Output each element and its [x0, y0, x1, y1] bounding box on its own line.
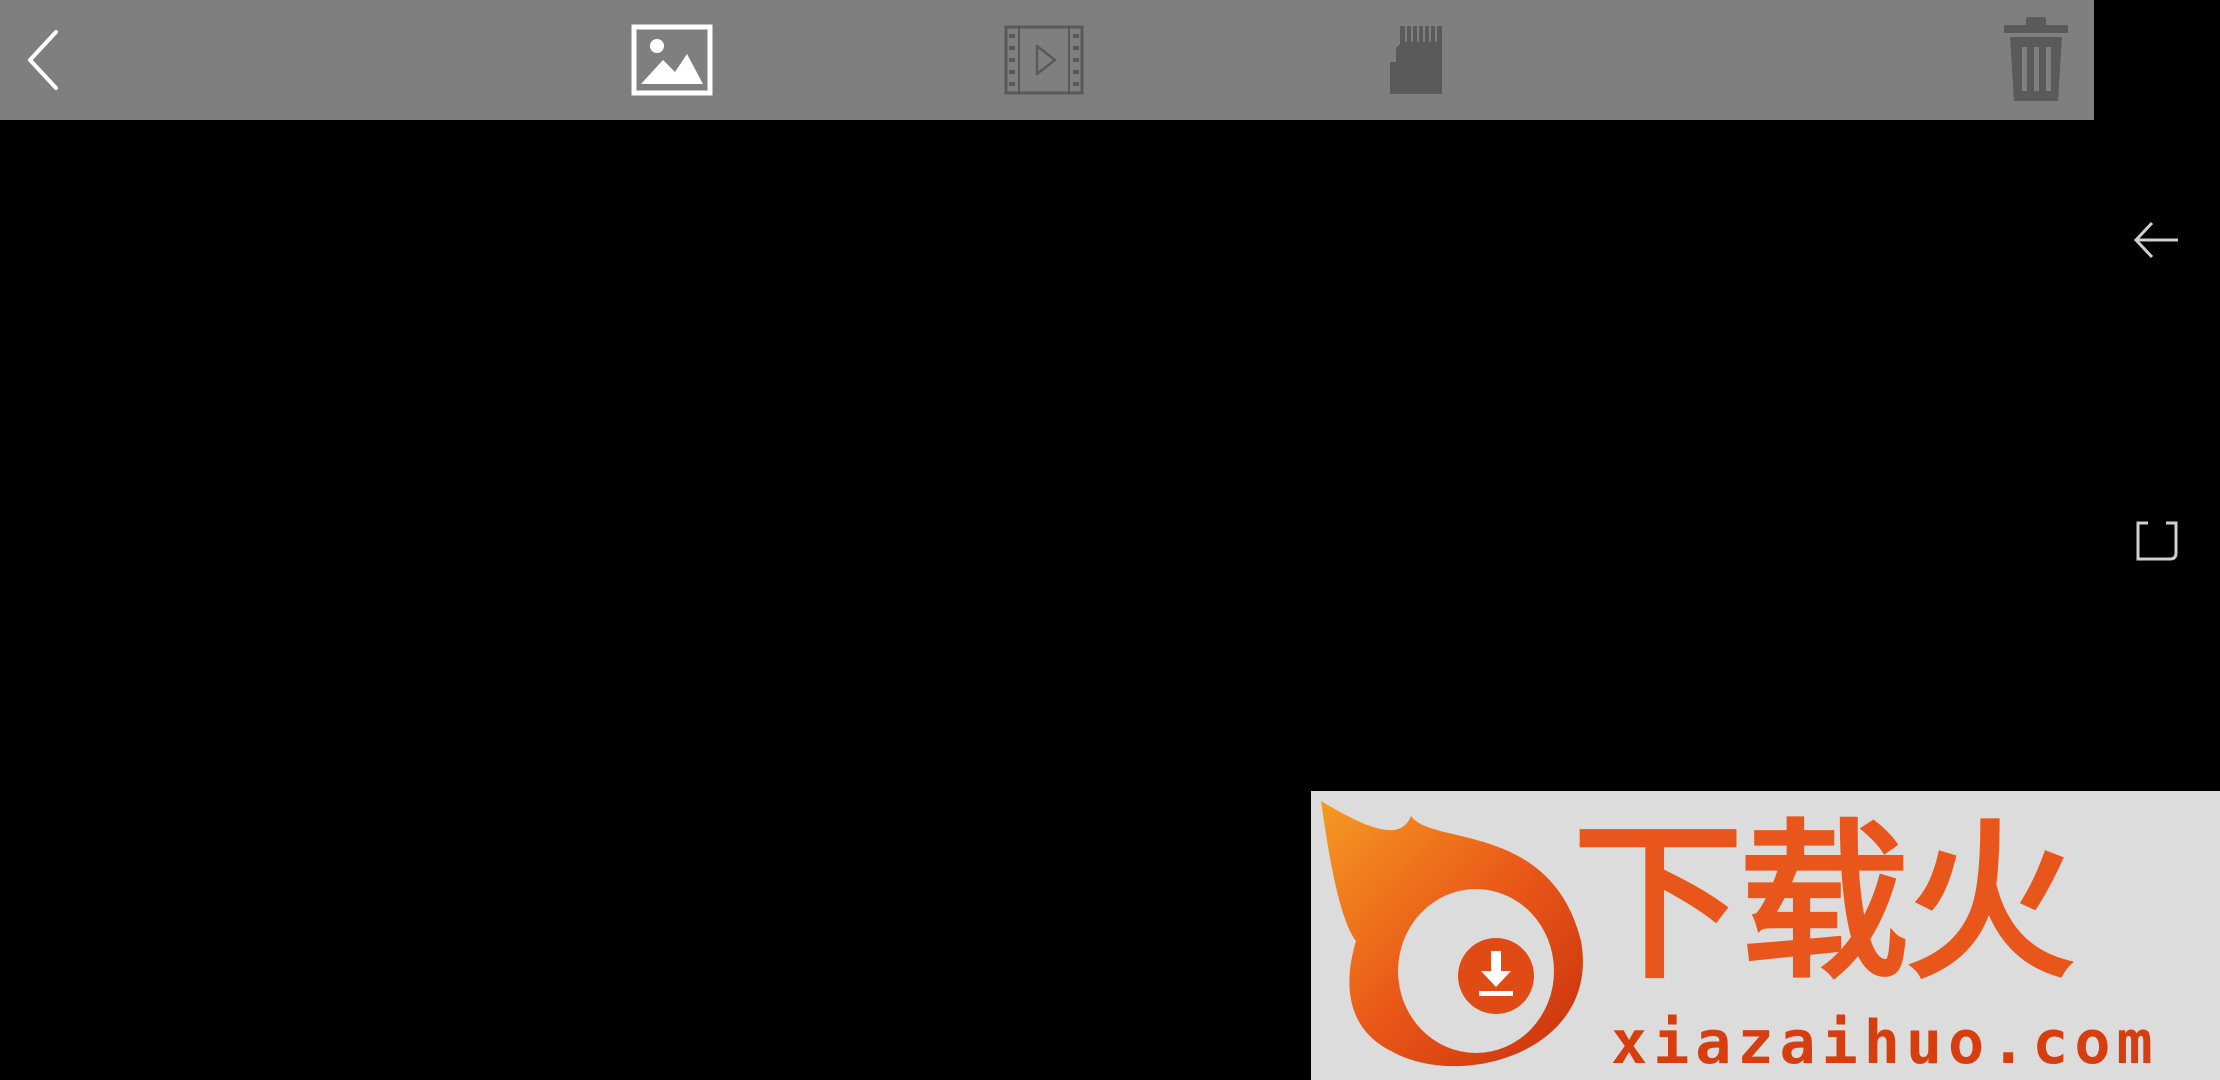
- nav-recents-button[interactable]: [2094, 500, 2220, 580]
- trash-icon: [2004, 17, 2068, 101]
- back-arrow-icon: [2133, 221, 2178, 259]
- watermark-banner: 下载火 xiazaihuo.com: [1311, 791, 2220, 1080]
- chevron-left-icon: [28, 30, 58, 90]
- tab-photos[interactable]: [626, 20, 718, 100]
- delete-button[interactable]: [1990, 10, 2082, 110]
- tab-videos[interactable]: [998, 20, 1090, 100]
- film-play-icon: [1004, 25, 1084, 95]
- flame-download-logo: [1321, 801, 1583, 1067]
- watermark-url: xiazaihuo.com: [1611, 1008, 2159, 1078]
- back-button[interactable]: [14, 20, 74, 100]
- watermark-title: 下载火: [1573, 805, 2075, 1003]
- recents-icon: [2136, 520, 2178, 561]
- nav-back-button[interactable]: [2094, 200, 2220, 280]
- sd-card-icon: [1390, 26, 1442, 94]
- tab-sdcard[interactable]: [1370, 20, 1462, 100]
- image-icon: [631, 24, 713, 96]
- top-toolbar: [0, 0, 2094, 120]
